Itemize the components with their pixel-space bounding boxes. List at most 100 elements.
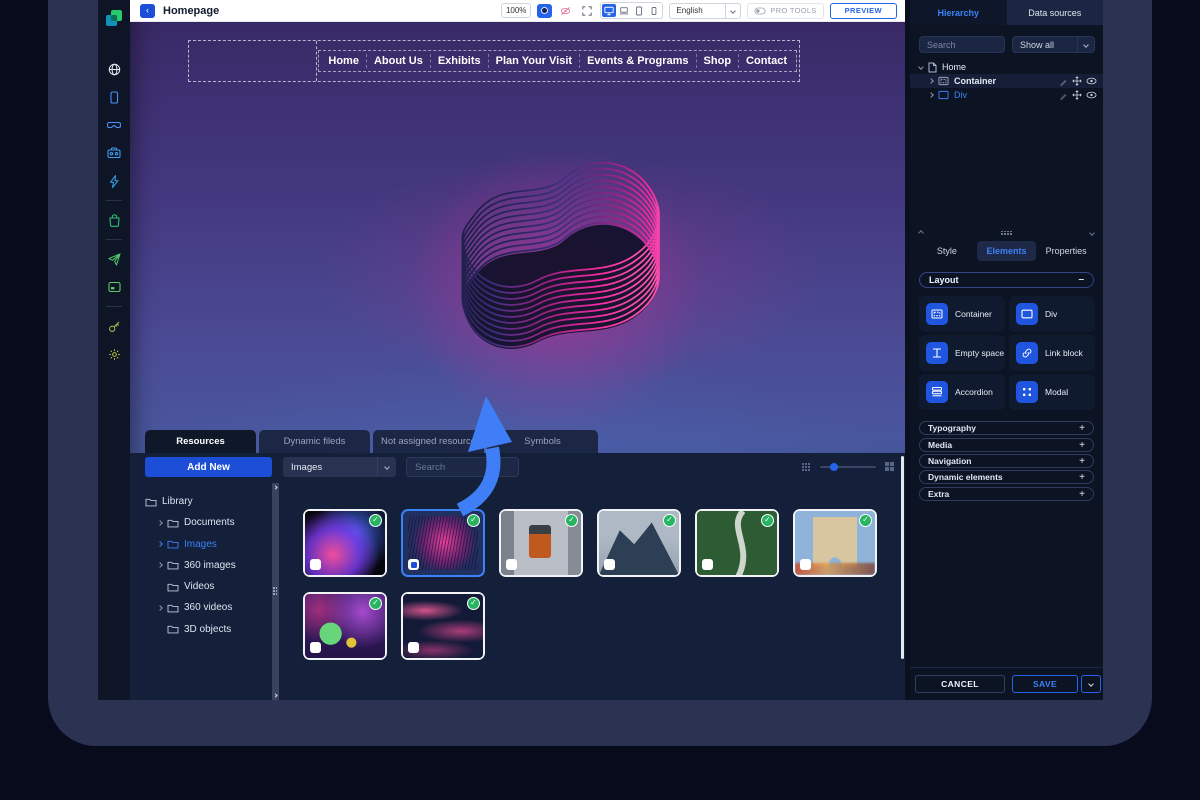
nav-link-exhibits[interactable]: Exhibits: [431, 54, 489, 68]
thumbnail-pink-wave-cube[interactable]: [401, 509, 485, 577]
device-phone-button[interactable]: [647, 4, 661, 17]
nav-link-shop[interactable]: Shop: [697, 54, 740, 68]
section-dynamic-elements[interactable]: Dynamic elements +: [919, 470, 1094, 484]
small-grid-icon[interactable]: [802, 463, 811, 472]
expand-plus-icon[interactable]: +: [1079, 423, 1085, 434]
add-new-button[interactable]: Add New: [145, 457, 272, 477]
device-desktop-button[interactable]: [602, 4, 616, 17]
hierarchy-node-container[interactable]: Container: [910, 74, 1103, 88]
nav-link-contact[interactable]: Contact: [739, 54, 794, 68]
element-card-container[interactable]: Container: [919, 296, 1005, 332]
thumbnail-tram-snow-street[interactable]: [499, 509, 583, 577]
paper-plane-icon[interactable]: [98, 245, 130, 273]
section-typography[interactable]: Typography +: [919, 421, 1094, 435]
section-extra[interactable]: Extra +: [919, 487, 1094, 501]
device-tablet-button[interactable]: [632, 4, 646, 17]
chevron-right-icon[interactable]: [928, 92, 934, 98]
nav-link-home[interactable]: Home: [321, 54, 367, 68]
thumbnail-abstract-blue-pink-waves[interactable]: [303, 509, 387, 577]
collapse-right-icon[interactable]: [273, 693, 277, 697]
zoom-level-badge[interactable]: 100%: [501, 3, 531, 18]
key-icon[interactable]: [98, 312, 130, 340]
expand-plus-icon[interactable]: +: [1079, 489, 1085, 500]
app-logo-icon[interactable]: [104, 9, 124, 29]
site-logo-placeholder[interactable]: [189, 41, 317, 81]
move-icon[interactable]: [1072, 76, 1082, 86]
shopping-bag-icon[interactable]: [98, 206, 130, 234]
select-checkbox[interactable]: [310, 559, 321, 570]
tree-item-360-videos[interactable]: 360 videos: [145, 601, 270, 614]
tree-item-3d-objects[interactable]: 3D objects: [145, 623, 270, 636]
section-navigation[interactable]: Navigation +: [919, 454, 1094, 468]
tab-style[interactable]: Style: [917, 241, 977, 261]
collapse-right-icon[interactable]: [273, 485, 277, 489]
select-checkbox[interactable]: [408, 642, 419, 653]
collapse-minus-icon[interactable]: –: [1078, 275, 1084, 285]
thumbnail-snowy-mountain[interactable]: [597, 509, 681, 577]
thumbnail-aquarium-corals[interactable]: [303, 592, 387, 660]
layout-section-header[interactable]: Layout –: [919, 272, 1094, 288]
video-player-icon[interactable]: [98, 273, 130, 301]
globe-icon[interactable]: [98, 55, 130, 83]
vr-headset-icon[interactable]: [98, 111, 130, 139]
select-checkbox[interactable]: [702, 559, 713, 570]
save-options-chevron[interactable]: [1081, 675, 1101, 693]
site-header-selection[interactable]: Home About Us Exhibits Plan Your Visit E…: [188, 40, 800, 82]
fullscreen-icon[interactable]: [579, 4, 594, 18]
edit-pencil-icon[interactable]: [1059, 77, 1068, 86]
resources-search-input[interactable]: [406, 457, 519, 477]
lightning-icon[interactable]: [98, 167, 130, 195]
large-grid-icon[interactable]: [885, 462, 895, 472]
select-checkbox[interactable]: [800, 559, 811, 570]
chevron-down-icon[interactable]: [918, 64, 924, 70]
select-checkbox[interactable]: [310, 642, 321, 653]
settings-gear-icon[interactable]: [98, 340, 130, 368]
edit-pencil-icon[interactable]: [1059, 91, 1068, 100]
hierarchy-node-div[interactable]: Div: [910, 88, 1103, 102]
select-checkbox[interactable]: [604, 559, 615, 570]
element-card-modal[interactable]: Modal: [1009, 374, 1095, 410]
hierarchy-node-home[interactable]: Home: [910, 60, 1103, 74]
element-card-empty-space[interactable]: Empty space: [919, 335, 1005, 371]
tab-hierarchy[interactable]: Hierarchy: [910, 0, 1007, 25]
site-preview-canvas[interactable]: Home About Us Exhibits Plan Your Visit E…: [130, 22, 905, 453]
panel-resize-divider[interactable]: [910, 226, 1103, 240]
ar-box-icon[interactable]: [98, 139, 130, 167]
expand-plus-icon[interactable]: +: [1079, 472, 1085, 483]
tab-resources[interactable]: Resources: [145, 430, 256, 453]
tab-dynamic-fields[interactable]: Dynamic fileds: [259, 430, 370, 453]
eye-icon[interactable]: [1086, 77, 1097, 85]
drag-handle-icon[interactable]: [273, 587, 278, 596]
resource-type-select[interactable]: Images: [283, 457, 396, 477]
element-card-div[interactable]: Div: [1009, 296, 1095, 332]
chevron-down-icon[interactable]: [1089, 230, 1095, 236]
tab-elements[interactable]: Elements: [977, 241, 1037, 261]
section-media[interactable]: Media +: [919, 438, 1094, 452]
pro-tools-toggle[interactable]: PRO TOOLS: [747, 3, 823, 19]
tree-item-images[interactable]: Images: [145, 538, 270, 551]
cancel-button[interactable]: CANCEL: [915, 675, 1005, 693]
nav-link-events-programs[interactable]: Events & Programs: [580, 54, 696, 68]
nav-link-plan-your-visit[interactable]: Plan Your Visit: [489, 54, 580, 68]
mobile-icon[interactable]: [98, 83, 130, 111]
language-select[interactable]: English: [669, 3, 741, 19]
select-checkbox[interactable]: [506, 559, 517, 570]
thumbnail-size-slider[interactable]: [820, 466, 876, 468]
select-checkbox[interactable]: [408, 559, 419, 570]
tree-item-videos[interactable]: Videos: [145, 580, 270, 593]
eye-icon[interactable]: [1086, 91, 1097, 99]
panel-scrollbar[interactable]: [901, 456, 904, 659]
show-all-select[interactable]: Show all: [1012, 36, 1095, 53]
preview-button[interactable]: PREVIEW: [830, 3, 897, 19]
tab-not-assigned-resource[interactable]: Not assigned resource: [373, 430, 484, 453]
hidden-elements-icon[interactable]: [558, 4, 573, 18]
tree-item-library[interactable]: Library: [145, 495, 270, 508]
save-button[interactable]: SAVE: [1012, 675, 1078, 693]
thumbnail-pink-abstract-waves[interactable]: [401, 592, 485, 660]
tab-data-sources[interactable]: Data sources: [1007, 0, 1104, 25]
tree-item-360-images[interactable]: 360 images: [145, 559, 270, 572]
tree-item-documents[interactable]: Documents: [145, 516, 270, 529]
expand-plus-icon[interactable]: +: [1079, 440, 1085, 451]
tree-panel-scrollbar[interactable]: [272, 483, 279, 700]
hierarchy-search-input[interactable]: [919, 36, 1005, 53]
